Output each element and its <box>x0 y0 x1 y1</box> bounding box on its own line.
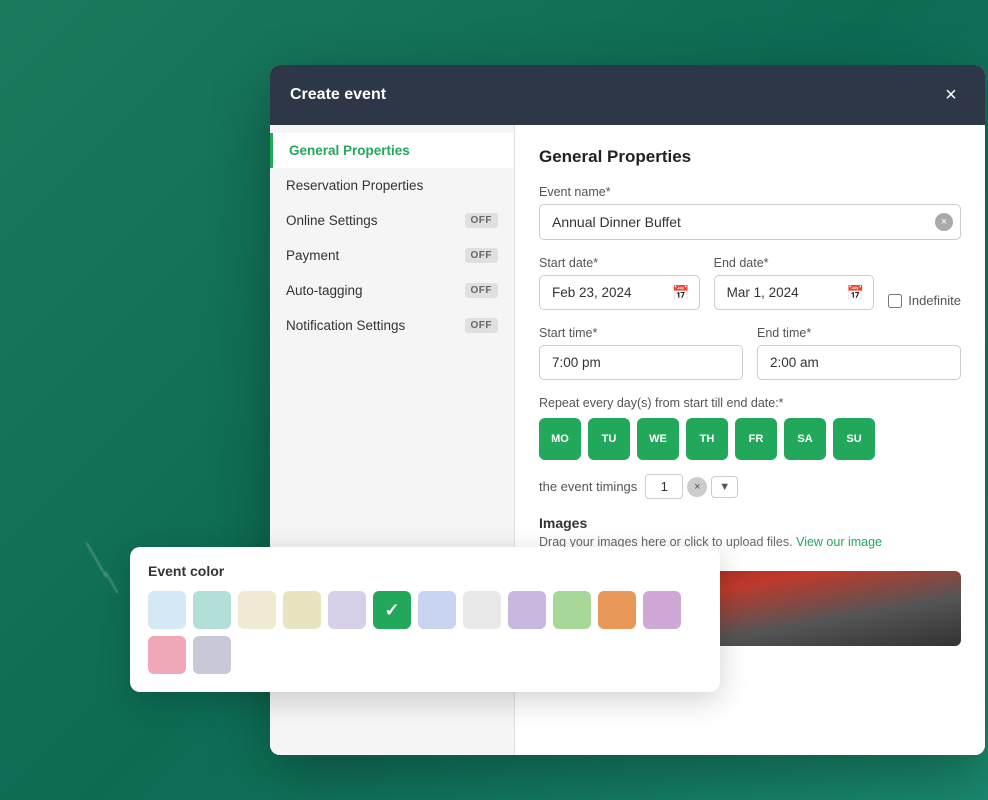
sidebar-item-online[interactable]: Online Settings OFF <box>270 203 514 238</box>
event-timings-number-input[interactable] <box>645 474 683 499</box>
color-swatches-row: ✓ <box>148 591 702 674</box>
repeat-group: Repeat every day(s) from start till end … <box>539 396 961 460</box>
color-swatch-9[interactable] <box>508 591 546 629</box>
event-name-clear-button[interactable]: × <box>935 213 953 231</box>
event-color-popup: Event color ✓ <box>130 547 720 692</box>
end-time-label: End time* <box>757 326 961 340</box>
event-color-title: Event color <box>148 563 702 579</box>
sidebar-item-label: General Properties <box>289 143 410 158</box>
color-swatch-14[interactable] <box>193 636 231 674</box>
payment-off-badge: OFF <box>465 248 499 263</box>
start-date-calendar-icon: 📅 <box>672 284 689 301</box>
start-date-group: Start date* 📅 <box>539 256 700 310</box>
modal-close-button[interactable]: × <box>937 81 965 109</box>
indefinite-checkbox[interactable] <box>888 294 902 308</box>
color-swatch-2[interactable] <box>193 591 231 629</box>
color-swatch-11[interactable] <box>598 591 636 629</box>
end-time-input[interactable] <box>757 345 961 380</box>
end-date-calendar-icon: 📅 <box>847 284 864 301</box>
notification-off-badge: OFF <box>465 318 499 333</box>
days-row: MO TU WE TH FR SA SU <box>539 418 961 460</box>
sidebar-item-label: Online Settings <box>286 213 378 228</box>
indefinite-wrap: Indefinite <box>888 293 961 310</box>
color-swatch-12[interactable] <box>643 591 681 629</box>
day-we-button[interactable]: WE <box>637 418 679 460</box>
event-name-input-wrap: × <box>539 204 961 240</box>
color-swatch-7[interactable] <box>418 591 456 629</box>
color-swatch-6-selected[interactable]: ✓ <box>373 591 411 629</box>
sidebar-item-payment[interactable]: Payment OFF <box>270 238 514 273</box>
end-date-label: End date* <box>714 256 875 270</box>
checkmark-icon: ✓ <box>384 600 399 621</box>
sidebar-item-notification[interactable]: Notification Settings OFF <box>270 308 514 343</box>
start-time-input[interactable] <box>539 345 743 380</box>
indefinite-label: Indefinite <box>908 293 961 308</box>
modal-title: Create event <box>290 86 386 104</box>
color-swatch-10[interactable] <box>553 591 591 629</box>
section-title: General Properties <box>539 147 961 167</box>
date-row: Start date* 📅 End date* 📅 Indefinite <box>539 256 961 310</box>
color-swatch-3[interactable] <box>238 591 276 629</box>
modal-header: Create event × <box>270 65 985 125</box>
sidebar-item-general[interactable]: General Properties <box>270 133 514 168</box>
sidebar-item-label: Reservation Properties <box>286 178 423 193</box>
day-mo-button[interactable]: MO <box>539 418 581 460</box>
event-timings-text: the event timings <box>539 479 637 494</box>
day-th-button[interactable]: TH <box>686 418 728 460</box>
time-row: Start time* End time* <box>539 326 961 380</box>
color-swatch-1[interactable] <box>148 591 186 629</box>
start-time-label: Start time* <box>539 326 743 340</box>
day-tu-button[interactable]: TU <box>588 418 630 460</box>
start-date-wrap: 📅 <box>539 275 700 310</box>
online-off-badge: OFF <box>465 213 499 228</box>
start-time-group: Start time* <box>539 326 743 380</box>
sidebar-item-autotagging[interactable]: Auto-tagging OFF <box>270 273 514 308</box>
day-fr-button[interactable]: FR <box>735 418 777 460</box>
circle-x-icon: × <box>694 481 700 493</box>
repeat-label: Repeat every day(s) from start till end … <box>539 396 961 410</box>
event-timings-clear-button[interactable]: × <box>687 477 707 497</box>
sidebar-item-reservation[interactable]: Reservation Properties <box>270 168 514 203</box>
event-timings-chevron-button[interactable]: ▼ <box>711 476 738 498</box>
images-label: Images <box>539 515 961 531</box>
clear-icon: × <box>941 216 947 228</box>
event-timings-row: the event timings × ▼ <box>539 474 961 499</box>
color-swatch-4[interactable] <box>283 591 321 629</box>
end-time-group: End time* <box>757 326 961 380</box>
autotagging-off-badge: OFF <box>465 283 499 298</box>
event-name-label: Event name* <box>539 185 961 199</box>
color-swatch-8[interactable] <box>463 591 501 629</box>
day-su-button[interactable]: SU <box>833 418 875 460</box>
event-timings-number-wrap: × ▼ <box>645 474 738 499</box>
close-icon: × <box>945 84 957 107</box>
sidebar-item-label: Payment <box>286 248 339 263</box>
color-swatch-5[interactable] <box>328 591 366 629</box>
sidebar-item-label: Notification Settings <box>286 318 405 333</box>
event-name-group: Event name* × <box>539 185 961 240</box>
day-sa-button[interactable]: SA <box>784 418 826 460</box>
end-date-wrap: 📅 <box>714 275 875 310</box>
event-name-input[interactable] <box>539 204 961 240</box>
end-date-group: End date* 📅 <box>714 256 875 310</box>
start-date-label: Start date* <box>539 256 700 270</box>
sidebar-item-label: Auto-tagging <box>286 283 363 298</box>
color-swatch-13[interactable] <box>148 636 186 674</box>
